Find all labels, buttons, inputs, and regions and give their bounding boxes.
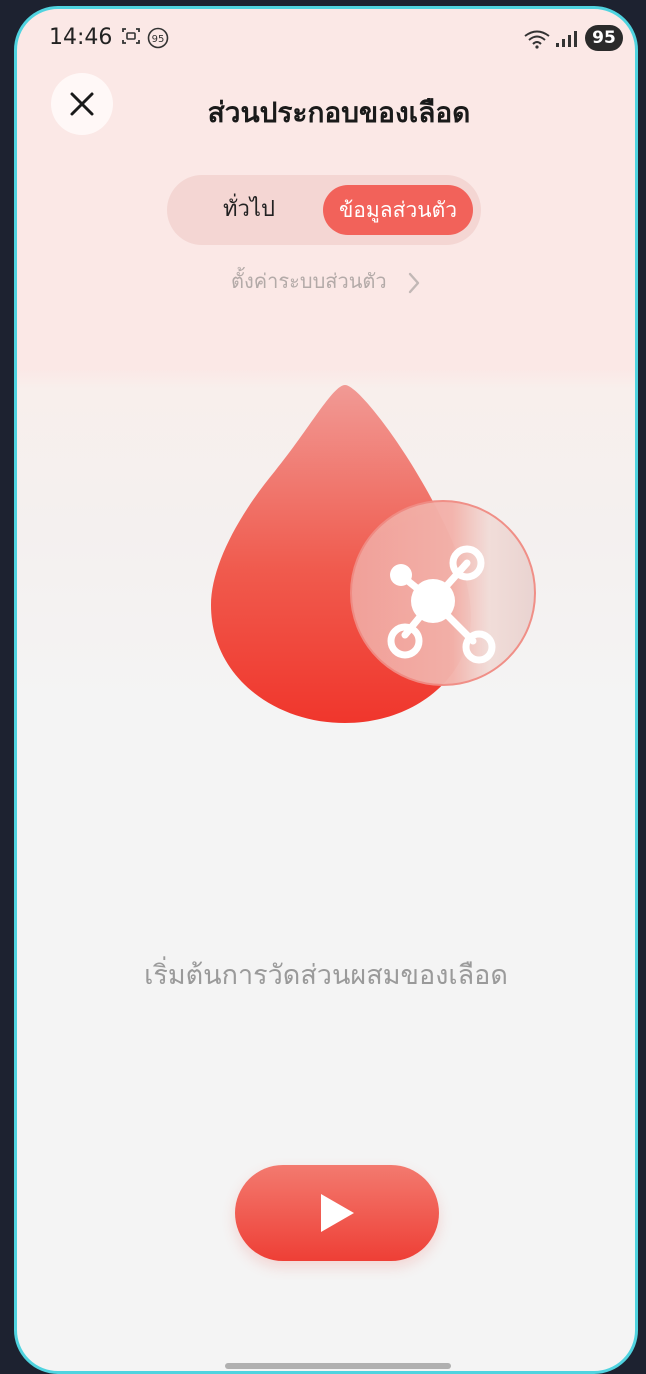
tab-personal-info[interactable]: ข้อมูลส่วนตัว [323, 185, 473, 235]
measure-prompt: เริ่มต้นการวัดส่วนผสมของเลือด [144, 960, 508, 991]
home-indicator [225, 1363, 451, 1369]
phone-screen: 14:46 95 95 ส่วนประกอบของเลือด ทั่วไป ข้… [14, 6, 638, 1374]
personal-settings-label: ตั้งค่าระบบส่วนตัว [231, 269, 387, 293]
personal-settings-link[interactable]: ตั้งค่าระบบส่วนตัว [17, 265, 635, 297]
tab-general[interactable]: ทั่วไป [189, 189, 309, 231]
page-title: ส่วนประกอบของเลือด [207, 96, 471, 129]
start-measurement-button[interactable] [235, 1165, 439, 1261]
battery-indicator: 95 [585, 25, 623, 51]
notification-badge-icon: 95 [147, 27, 169, 49]
segmented-control: ทั่วไป ข้อมูลส่วนตัว [167, 175, 481, 245]
notification-badge-text: 95 [152, 34, 165, 45]
wifi-icon [524, 30, 550, 49]
molecule-node-small [390, 564, 412, 586]
screenshot-icon [122, 28, 140, 44]
status-bar: 14:46 95 95 [17, 9, 635, 65]
molecule-node-center [411, 579, 455, 623]
signal-icon [556, 31, 577, 47]
status-time: 14:46 [49, 25, 113, 50]
chevron-right-icon [408, 272, 420, 293]
play-icon [321, 1194, 354, 1232]
blood-drop-molecule-icon [211, 385, 536, 723]
